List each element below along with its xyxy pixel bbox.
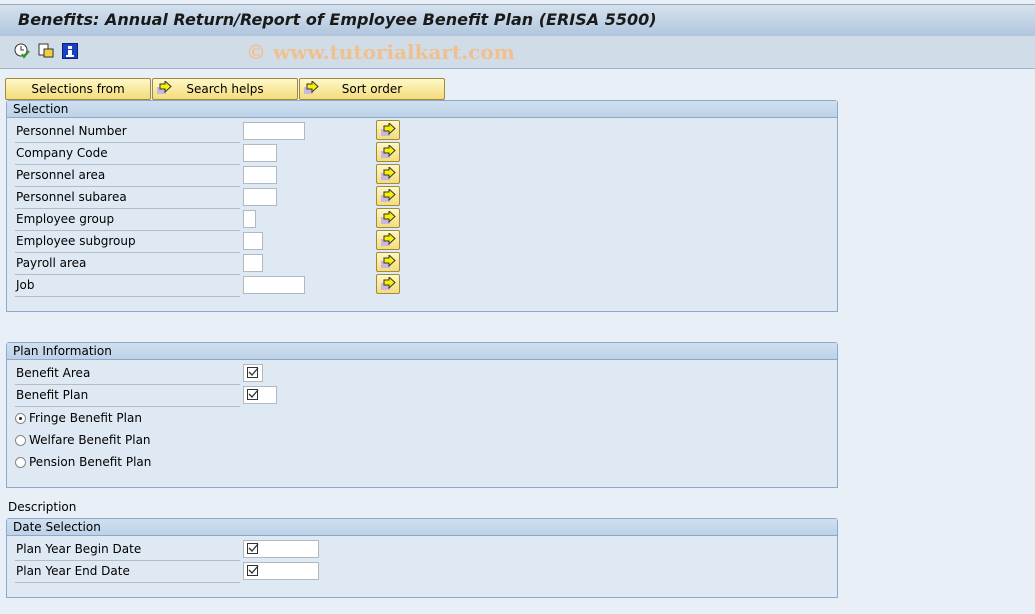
personnel-area-row: Personnel area: [15, 165, 240, 187]
employee-group-row: Employee group: [15, 209, 240, 231]
arrow-right-icon: [157, 81, 172, 95]
arrow-right-icon: [381, 123, 396, 137]
benefit-plan-input[interactable]: [243, 386, 277, 404]
field-label: Employee subgroup: [16, 234, 136, 248]
payroll-area-row: Payroll area: [15, 253, 240, 275]
job-input[interactable]: [243, 276, 305, 294]
sort-order-button[interactable]: Sort order: [299, 78, 445, 100]
field-label: Personnel area: [16, 168, 106, 182]
field-label: Personnel Number: [16, 124, 127, 138]
benefit-plan-row: Benefit Plan: [15, 385, 240, 407]
description-label: Description: [8, 500, 77, 514]
multiple-selection-button[interactable]: [376, 252, 400, 272]
plan-year-end-date-row: Plan Year End Date: [15, 561, 240, 583]
field-label: Job: [16, 278, 35, 292]
field-label: Benefit Plan: [16, 388, 89, 402]
field-label: Employee group: [16, 212, 115, 226]
page-title: Benefits: Annual Return/Report of Employ…: [18, 10, 657, 29]
employee-subgroup-input[interactable]: [243, 232, 263, 250]
multiple-selection-button[interactable]: [376, 230, 400, 250]
watermark: © www.tutorialkart.com: [246, 40, 515, 64]
multiple-selection-button[interactable]: [376, 274, 400, 294]
required-check-icon: [247, 565, 259, 577]
radio-label: Welfare Benefit Plan: [29, 433, 151, 447]
radio-label: Fringe Benefit Plan: [29, 411, 142, 425]
payroll-area-input[interactable]: [243, 254, 263, 272]
title-bar: Benefits: Annual Return/Report of Employ…: [0, 4, 1035, 36]
arrow-right-icon: [381, 189, 396, 203]
arrow-right-icon: [381, 211, 396, 225]
application-toolbar: © www.tutorialkart.com: [0, 36, 1035, 69]
multiple-selection-button[interactable]: [376, 142, 400, 162]
required-check-icon: [247, 367, 259, 379]
field-label: Plan Year End Date: [16, 564, 130, 578]
plan-information-title: Plan Information: [7, 343, 837, 360]
field-label: Plan Year Begin Date: [16, 542, 142, 556]
plan-year-end-date-input[interactable]: [243, 562, 319, 580]
required-check-icon: [247, 543, 259, 555]
arrow-right-icon: [381, 255, 396, 269]
selections-from-label: Selections from: [31, 82, 125, 96]
radio-label: Pension Benefit Plan: [29, 455, 152, 469]
multiple-selection-button[interactable]: [376, 164, 400, 184]
arrow-right-icon: [304, 81, 319, 95]
info-icon[interactable]: [62, 43, 78, 59]
personnel-number-input[interactable]: [243, 122, 305, 140]
date-selection-title: Date Selection: [7, 519, 837, 536]
multiple-selection-button[interactable]: [376, 208, 400, 228]
personnel-area-input[interactable]: [243, 166, 277, 184]
arrow-right-icon: [381, 233, 396, 247]
company-code-input[interactable]: [243, 144, 277, 162]
radio-unselected-icon: [15, 457, 26, 468]
employee-group-input[interactable]: [243, 210, 256, 228]
employee-subgroup-row: Employee subgroup: [15, 231, 240, 253]
field-label: Benefit Area: [16, 366, 91, 380]
personnel-subarea-row: Personnel subarea: [15, 187, 240, 209]
multiple-selection-button[interactable]: [376, 186, 400, 206]
arrow-right-icon: [381, 277, 396, 291]
required-check-icon: [247, 389, 259, 401]
personnel-subarea-input[interactable]: [243, 188, 277, 206]
selection-group-title: Selection: [7, 101, 837, 118]
execute-clock-icon[interactable]: [14, 43, 30, 59]
job-row: Job: [15, 275, 240, 297]
search-helps-label: Search helps: [186, 82, 264, 96]
company-code-row: Company Code: [15, 143, 240, 165]
plan-year-begin-date-input[interactable]: [243, 540, 319, 558]
plan-year-begin-date-row: Plan Year Begin Date: [15, 539, 240, 561]
get-variant-icon[interactable]: [38, 43, 54, 59]
selections-from-button[interactable]: Selections from: [5, 78, 151, 100]
radio-unselected-icon: [15, 435, 26, 446]
search-helps-button[interactable]: Search helps: [152, 78, 298, 100]
field-label: Personnel subarea: [16, 190, 127, 204]
benefit-area-input[interactable]: [243, 364, 263, 382]
sort-order-label: Sort order: [341, 82, 403, 96]
field-label: Payroll area: [16, 256, 87, 270]
benefit-area-row: Benefit Area: [15, 363, 240, 385]
multiple-selection-button[interactable]: [376, 120, 400, 140]
personnel-number-row: Personnel Number: [15, 121, 240, 143]
radio-selected-icon: [15, 413, 26, 424]
arrow-right-icon: [381, 145, 396, 159]
field-label: Company Code: [16, 146, 108, 160]
arrow-right-icon: [381, 167, 396, 181]
